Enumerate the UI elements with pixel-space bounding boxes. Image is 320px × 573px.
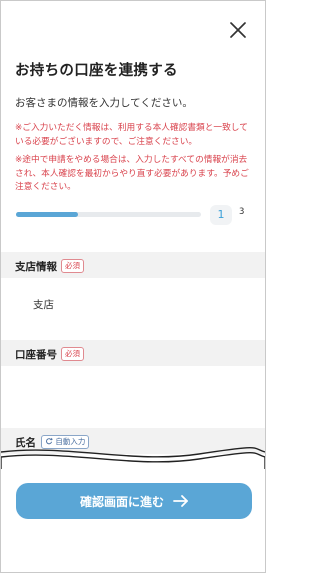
required-badge: 必須 [61,259,84,273]
branch-field[interactable]: 支店 [1,278,265,336]
progress-bar [16,212,201,217]
page-title: お持ちの口座を連携する [15,63,178,79]
section-label-account-number: 口座番号 [15,349,57,361]
section-header-branch: 支店情報 必須 [1,252,265,278]
notice-cancel-warning: ※途中で申請をやめる場合は、入力したすべての情報が消去され、本人確認を最初からや… [15,155,249,193]
section-label-branch: 支店情報 [15,261,57,273]
proceed-to-confirm-button[interactable]: 確認画面に進む [16,483,252,519]
section-header-account-number: 口座番号 必須 [1,340,265,366]
arrow-right-icon [173,495,188,507]
required-badge: 必須 [61,347,84,361]
close-button[interactable] [227,19,249,41]
branch-field-value: 支店 [33,299,54,311]
lead-text: お客さまの情報を入力してください。 [15,97,193,109]
notice-id-match: ※ご入力いただく情報は、利用する本人確認書類と一致している必要がございますので、… [15,123,248,147]
close-icon [230,22,246,38]
autofill-badge-label: 自動入力 [55,437,86,446]
app-frame: お持ちの口座を連携する お客さまの情報を入力してください。 ※ご入力いただく情報… [0,0,266,573]
total-steps-indicator: 3 [239,207,245,217]
account-number-field[interactable] [1,366,265,424]
progress-fill [16,212,78,217]
sync-icon [46,437,53,445]
current-step-indicator: 1 [210,205,232,225]
proceed-button-label: 確認画面に進む [80,495,165,509]
